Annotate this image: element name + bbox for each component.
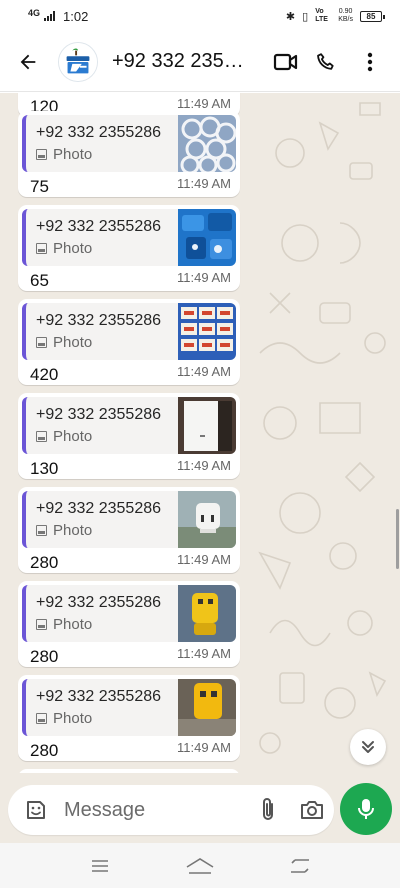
- quoted-thumbnail: [178, 679, 236, 736]
- photo-icon: [36, 619, 47, 630]
- message-text: 420: [30, 365, 59, 384]
- quoted-type: Photo: [36, 240, 92, 257]
- sticker-icon[interactable]: [14, 788, 58, 832]
- video-camera-icon[interactable]: [266, 42, 306, 82]
- composer-bar: [0, 773, 400, 843]
- quoted-type-label: Photo: [53, 334, 93, 351]
- message-bubble[interactable]: +92 332 2355286 Photo 280 11:49 AM: [18, 487, 240, 573]
- quoted-type: Photo: [36, 522, 92, 539]
- quoted-reply[interactable]: +92 332 2355286 Photo: [22, 303, 236, 360]
- avatar[interactable]: [58, 41, 98, 82]
- message-time: 11:49 AM: [177, 270, 231, 285]
- quoted-type-label: Photo: [53, 240, 93, 257]
- quoted-sender: +92 332 2355286: [36, 500, 162, 517]
- quoted-type: Photo: [36, 616, 92, 633]
- message-text: 280: [30, 741, 59, 760]
- message-text: 280: [30, 553, 59, 572]
- message-bubble[interactable]: +92 332 2355286 Photo 130 11:49 AM: [18, 393, 240, 479]
- photo-icon: [36, 243, 47, 254]
- message-time: 11:49 AM: [177, 176, 231, 191]
- more-vert-icon[interactable]: [350, 42, 390, 82]
- scrollbar[interactable]: [396, 509, 399, 569]
- phone-icon[interactable]: [306, 42, 346, 82]
- quoted-thumbnail: [178, 397, 236, 454]
- camera-icon[interactable]: [292, 790, 332, 830]
- message-text: 280: [30, 647, 59, 666]
- message-time: 11:49 AM: [177, 552, 231, 567]
- message-text: 65: [30, 271, 49, 290]
- quoted-type: Photo: [36, 428, 92, 445]
- message-text: 130: [30, 459, 59, 478]
- quoted-type-label: Photo: [53, 146, 93, 163]
- quoted-thumbnail: [178, 115, 236, 172]
- message-time: 11:49 AM: [177, 740, 231, 755]
- quoted-reply[interactable]: +92 332 2355286 Photo: [22, 491, 236, 548]
- message-bubble[interactable]: +92 332 2355286 Photo 280 11:49 AM: [18, 675, 240, 761]
- message-input[interactable]: [64, 798, 234, 822]
- quoted-reply[interactable]: +92 332 2355286 Photo: [22, 679, 236, 736]
- message-bubble[interactable]: +92 332 2355286 Photo 75 11:49 AM: [18, 111, 240, 197]
- paperclip-icon[interactable]: [248, 790, 288, 830]
- status-bar: 4G 1:02 ✱ ▯ Vo LTE 0.90 KB/s 85: [0, 0, 400, 32]
- speed-value: 0.90: [338, 8, 353, 15]
- photo-icon: [36, 713, 47, 724]
- message-time: 11:49 AM: [177, 646, 231, 661]
- home-icon[interactable]: [180, 846, 220, 886]
- battery-level: 85: [366, 11, 376, 21]
- speed-unit: KB/s: [338, 16, 353, 23]
- quoted-thumbnail: [178, 303, 236, 360]
- system-nav-bar: [0, 843, 400, 888]
- quoted-sender: +92 332 2355286: [36, 312, 162, 329]
- status-time: 1:02: [63, 8, 89, 24]
- microphone-icon[interactable]: [340, 783, 392, 835]
- quoted-thumbnail: [178, 491, 236, 548]
- quoted-reply[interactable]: +92 332 2355286 Photo: [22, 209, 236, 266]
- quoted-type: Photo: [36, 146, 92, 163]
- message-time: 11:49 AM: [177, 458, 231, 473]
- bluetooth-icon: ✱: [285, 10, 296, 23]
- quoted-reply[interactable]: +92 332 2355286 Photo: [22, 115, 236, 172]
- back-icon[interactable]: [280, 846, 320, 886]
- message-time: 11:49 AM: [177, 96, 231, 111]
- contact-title[interactable]: +92 332 235…: [112, 50, 252, 73]
- network-type: 4G: [28, 8, 41, 18]
- chat-area[interactable]: 120 11:49 AM +92 332 2355286 Photo 75 11…: [0, 93, 400, 773]
- quoted-sender: +92 332 2355286: [36, 218, 162, 235]
- quoted-type: Photo: [36, 334, 92, 351]
- chat-header: +92 332 235…: [0, 32, 400, 92]
- recent-apps-icon[interactable]: [80, 846, 120, 886]
- quoted-type-label: Photo: [53, 522, 93, 539]
- battery-icon: 85: [360, 10, 385, 22]
- double-chevron-down-icon: [362, 741, 374, 753]
- quoted-sender: +92 332 2355286: [36, 406, 162, 423]
- message-bubble[interactable]: +92 332 2355286 Photo 420 11:49 AM: [18, 299, 240, 385]
- quoted-type-label: Photo: [53, 428, 93, 445]
- volte-label: Vo LTE: [315, 8, 328, 23]
- network-speed: 0.90 KB/s: [338, 8, 353, 24]
- quoted-sender: +92 332 2355286: [36, 688, 162, 705]
- signal-icon: [44, 11, 56, 21]
- quoted-sender: +92 332 2355286: [36, 594, 162, 611]
- quoted-type-label: Photo: [53, 616, 93, 633]
- message-composer: [8, 785, 334, 835]
- quoted-thumbnail: [178, 209, 236, 266]
- quoted-sender: +92 332 2355286: [36, 124, 162, 141]
- photo-icon: [36, 431, 47, 442]
- message-bubble[interactable]: +92 332 2355286 Photo 280 11:49 AM: [18, 581, 240, 667]
- photo-icon: [36, 149, 47, 160]
- quoted-reply[interactable]: +92 332 2355286 Photo: [22, 585, 236, 642]
- message-time: 11:49 AM: [177, 364, 231, 379]
- message-bubble[interactable]: +92 332 2355286 Photo 65 11:49 AM: [18, 205, 240, 291]
- scroll-to-bottom-button[interactable]: [350, 729, 386, 765]
- arrow-left-icon[interactable]: [8, 42, 48, 82]
- quoted-thumbnail: [178, 585, 236, 642]
- message-text: 75: [30, 177, 49, 196]
- quoted-reply[interactable]: +92 332 2355286 Photo: [22, 397, 236, 454]
- vibrate-icon: ▯: [302, 10, 309, 23]
- quoted-type: Photo: [36, 710, 92, 727]
- quoted-type-label: Photo: [53, 710, 93, 727]
- photo-icon: [36, 525, 47, 536]
- photo-icon: [36, 337, 47, 348]
